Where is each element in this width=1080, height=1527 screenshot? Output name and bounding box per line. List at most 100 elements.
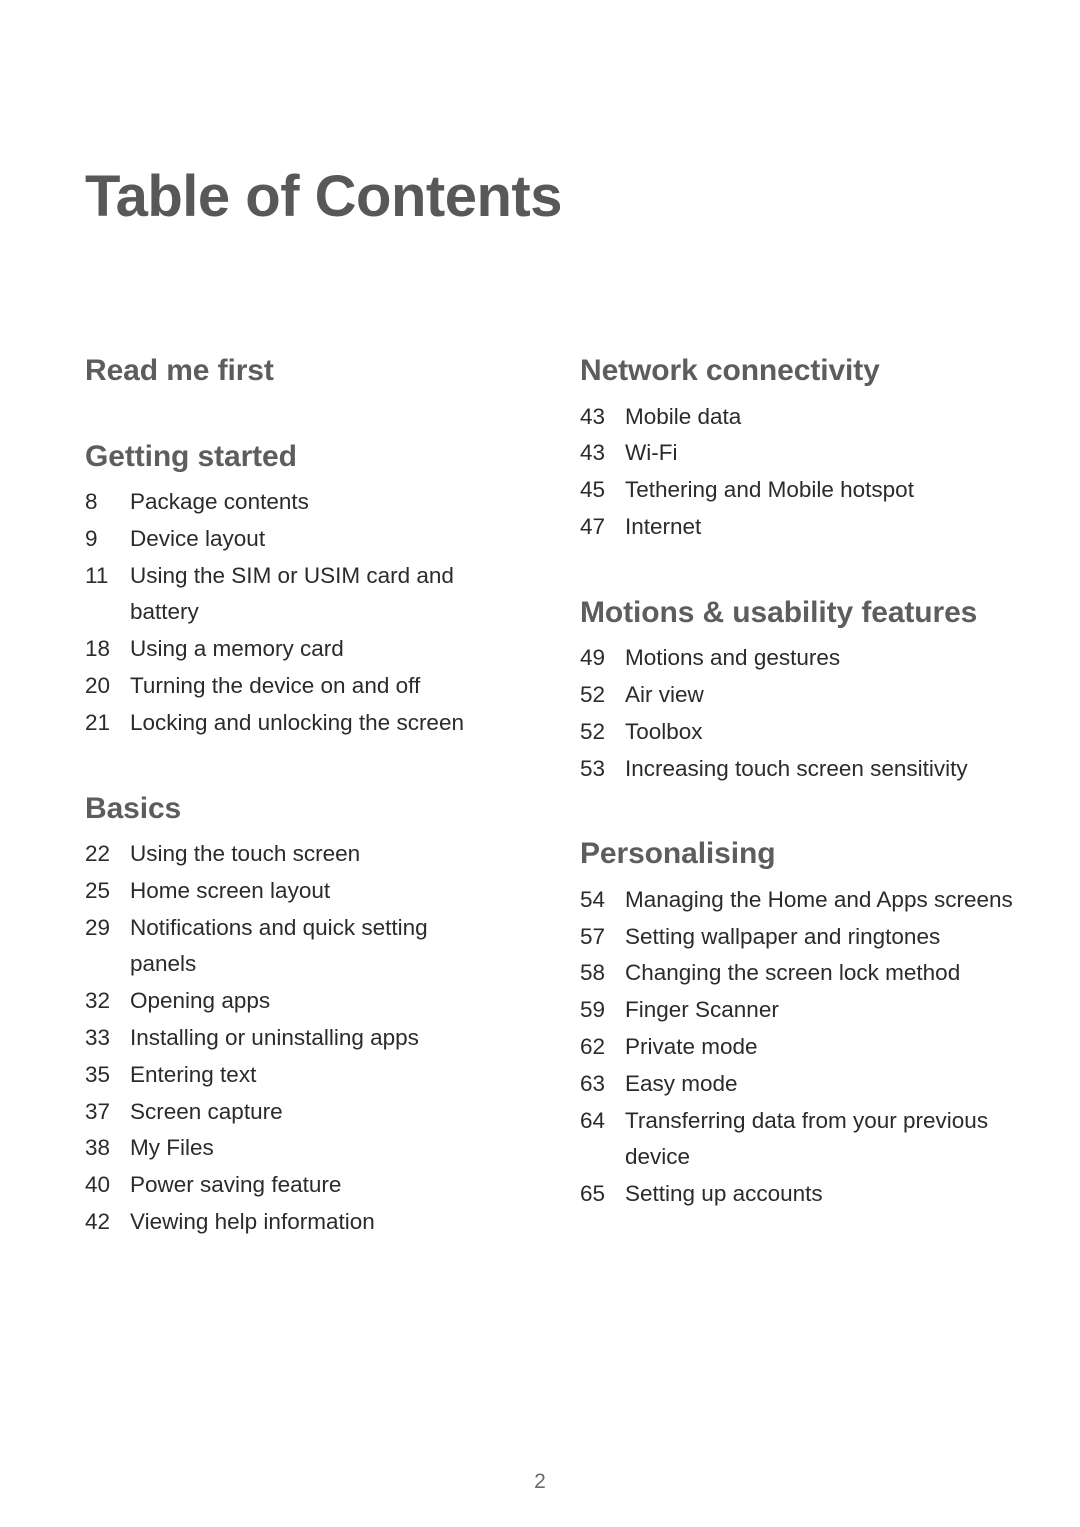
toc-entry[interactable]: 43 Wi-Fi	[580, 435, 1050, 472]
toc-entry-title: Using a memory card	[130, 636, 344, 662]
toc-list: 8 Package contents 9 Device layout 11 Using t…	[85, 484, 490, 742]
toc-entry[interactable]: 52 Air view	[580, 677, 1050, 714]
toc-entry[interactable]: 37 Screen capture	[85, 1094, 490, 1131]
toc-entry-page-number: 43	[580, 403, 606, 429]
toc-entry-title: Opening apps	[130, 988, 271, 1014]
toc-entry[interactable]: 43 Mobile data	[580, 399, 1050, 436]
page-title: Table of Contents	[85, 163, 562, 229]
toc-entry-page-number: 8	[85, 489, 98, 514]
toc-entry[interactable]: 42 Viewing help information	[85, 1204, 490, 1241]
toc-entry[interactable]: 58 Changing the screen lock method	[580, 955, 1050, 992]
toc-entry-page-number: 47	[580, 513, 606, 539]
toc-entry-page-number: 33	[85, 1025, 111, 1051]
toc-entry[interactable]: 35 Entering text	[85, 1057, 490, 1094]
toc-entry[interactable]: 47 Internet	[580, 509, 1050, 546]
toc-entry-page-number: 52	[580, 681, 606, 707]
toc-entry-page-number: 42	[85, 1209, 111, 1235]
toc-list: 49 Motions and gestures 52 Air view 52 Toolbo…	[580, 640, 1050, 787]
toc-section-heading[interactable]: Network connectivity	[580, 352, 1050, 390]
footer-page-number: 2	[534, 1470, 546, 1493]
toc-entry-page-number: 32	[85, 988, 111, 1014]
toc-list: 22 Using the touch screen 25 Home screen la…	[85, 836, 490, 1241]
toc-entry-title: Home screen layout	[130, 877, 331, 903]
toc-entry-title: Screen capture	[130, 1098, 283, 1124]
toc-entry[interactable]: 22 Using the touch screen	[85, 836, 490, 873]
toc-section-heading[interactable]: Basics	[85, 790, 490, 828]
toc-section: Personalising 54 Managing the Home and App…	[580, 835, 1050, 1213]
toc-entry[interactable]: 63 Easy mode	[580, 1066, 1050, 1103]
toc-entry[interactable]: 33 Installing or uninstalling apps	[85, 1020, 490, 1057]
toc-entry[interactable]: 29 Notifications and quick setting panels	[85, 910, 490, 984]
toc-entry-title: Managing the Home and Apps screens	[625, 886, 1013, 912]
toc-entry[interactable]: 40 Power saving feature	[85, 1167, 490, 1204]
toc-entry-page-number: 9	[85, 525, 98, 551]
toc-entry[interactable]: 9 Device layout	[85, 521, 490, 558]
toc-entry[interactable]: 11 Using the SIM or USIM card and battery	[85, 558, 490, 632]
toc-entry-page-number: 29	[85, 914, 111, 940]
toc-entry-title: Increasing touch screen sensitivity	[625, 755, 968, 781]
toc-entry-page-number: 35	[85, 1061, 111, 1087]
toc-entry-title: Easy mode	[625, 1070, 738, 1096]
toc-entry-title: Mobile data	[625, 403, 742, 429]
toc-columns: Read me first Getting started 8 Package con…	[0, 352, 1080, 1241]
toc-entry-page-number: 22	[85, 841, 111, 867]
toc-section-heading[interactable]: Motions & usability features	[580, 594, 1050, 632]
toc-entry-page-number: 25	[85, 877, 111, 903]
toc-entry-title: Setting wallpaper and ringtones	[625, 923, 941, 949]
toc-section: Basics 22 Using the touch screen 25 Home scr…	[85, 790, 490, 1241]
toc-entry[interactable]: 18 Using a memory card	[85, 631, 490, 668]
toc-entry[interactable]: 32 Opening apps	[85, 983, 490, 1020]
toc-entry-title: Locking and unlocking the screen	[130, 709, 464, 735]
toc-entry-title: Transferring data from your previous dev…	[625, 1107, 989, 1170]
toc-entry[interactable]: 62 Private mode	[580, 1029, 1050, 1066]
toc-entry[interactable]: 53 Increasing touch screen sensitivity	[580, 751, 1050, 788]
toc-entry-title: Setting up accounts	[625, 1181, 823, 1207]
toc-entry-page-number: 53	[580, 755, 606, 781]
toc-entry[interactable]: 65 Setting up accounts	[580, 1176, 1050, 1213]
toc-section-heading[interactable]: Read me first	[85, 352, 490, 390]
toc-entry[interactable]: 45 Tethering and Mobile hotspot	[580, 472, 1050, 509]
toc-entry-page-number: 49	[580, 645, 606, 671]
toc-entry-title: Viewing help information	[130, 1209, 375, 1235]
toc-entry-page-number: 52	[580, 718, 606, 744]
toc-entry-page-number: 45	[580, 477, 606, 503]
toc-entry[interactable]: 8 Package contents	[85, 484, 490, 521]
toc-entry[interactable]: 25 Home screen layout	[85, 873, 490, 910]
toc-entry-page-number: 57	[580, 923, 606, 949]
toc-entry-title: Using the SIM or USIM card and battery	[130, 562, 454, 625]
toc-entry-title: Tethering and Mobile hotspot	[625, 477, 914, 503]
toc-entry-page-number: 65	[580, 1181, 606, 1207]
toc-entry-page-number: 62	[580, 1034, 606, 1060]
toc-entry[interactable]: 38 My Files	[85, 1130, 490, 1167]
toc-entry-page-number: 59	[580, 997, 606, 1023]
toc-list: 54 Managing the Home and Apps screens 57 Se…	[580, 882, 1050, 1213]
toc-entry-title: Using the touch screen	[130, 841, 361, 867]
toc-list: 43 Mobile data 43 Wi-Fi 45 Tethering and Mobi…	[580, 399, 1050, 546]
toc-entry[interactable]: 54 Managing the Home and Apps screens	[580, 882, 1050, 919]
toc-entry[interactable]: 57 Setting wallpaper and ringtones	[580, 919, 1050, 956]
toc-section: Motions & usability features 49 Motions an…	[580, 594, 1050, 788]
toc-entry-title: Entering text	[130, 1061, 257, 1087]
toc-entry-title: Finger Scanner	[625, 997, 779, 1023]
toc-entry[interactable]: 21 Locking and unlocking the screen	[85, 705, 490, 742]
toc-section: Read me first	[85, 352, 490, 390]
toc-entry-page-number: 58	[580, 960, 606, 986]
toc-section-heading[interactable]: Getting started	[85, 438, 490, 476]
toc-entry-title: Private mode	[625, 1034, 758, 1060]
toc-entry-page-number: 37	[85, 1098, 111, 1124]
toc-entry-title: Internet	[625, 513, 702, 539]
toc-entry[interactable]: 64 Transferring data from your previous d…	[580, 1103, 1050, 1177]
toc-entry-title: Installing or uninstalling apps	[130, 1025, 419, 1051]
toc-section: Network connectivity 43 Mobile data 43 Wi-Fi…	[580, 352, 1050, 546]
toc-entry-title: Toolbox	[625, 718, 703, 744]
toc-entry[interactable]: 49 Motions and gestures	[580, 640, 1050, 677]
toc-entry-title: Motions and gestures	[625, 645, 841, 671]
toc-entry-title: Power saving feature	[130, 1172, 342, 1198]
toc-entry[interactable]: 52 Toolbox	[580, 714, 1050, 751]
toc-section-heading[interactable]: Personalising	[580, 835, 1050, 873]
toc-entry-page-number: 38	[85, 1135, 111, 1161]
toc-entry-page-number: 63	[580, 1070, 606, 1096]
toc-entry[interactable]: 20 Turning the device on and off	[85, 668, 490, 705]
toc-entry-page-number: 11	[85, 562, 109, 588]
toc-entry[interactable]: 59 Finger Scanner	[580, 992, 1050, 1029]
